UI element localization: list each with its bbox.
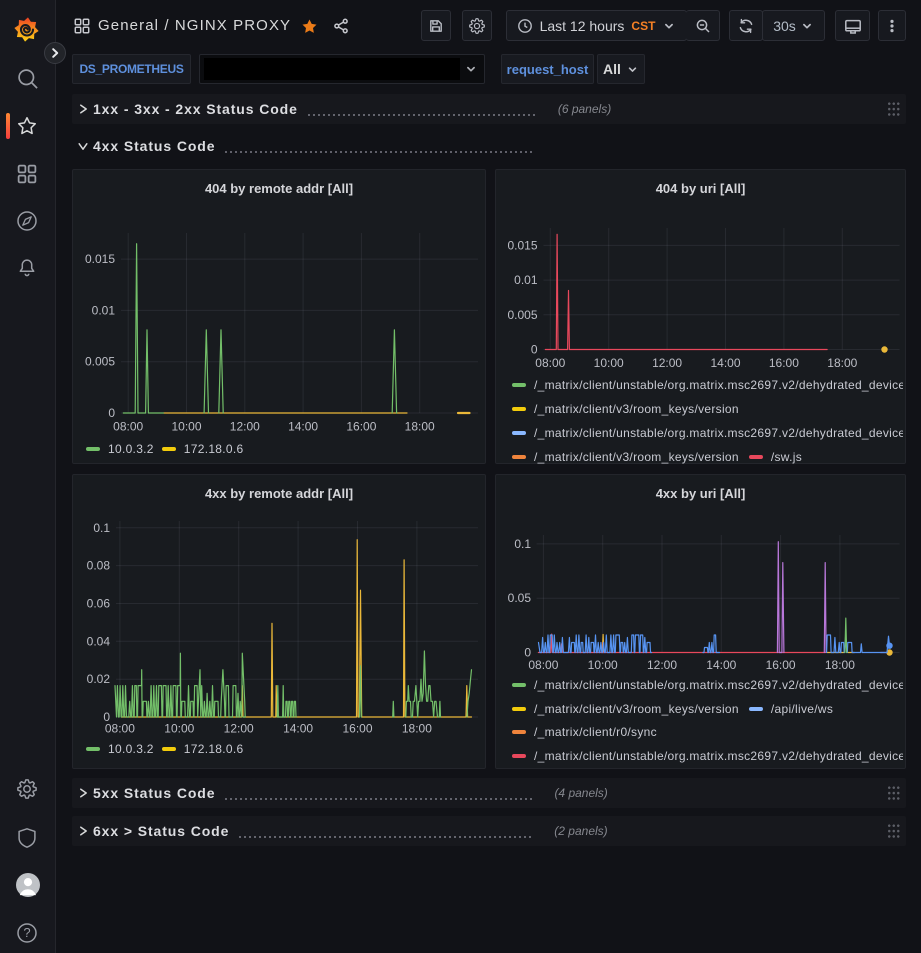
svg-text:12:00: 12:00 (230, 420, 260, 434)
svg-text:12:00: 12:00 (652, 356, 682, 370)
svg-text:?: ? (23, 925, 30, 940)
svg-text:10:00: 10:00 (594, 356, 624, 370)
svg-text:10:00: 10:00 (588, 658, 618, 672)
svg-text:08:00: 08:00 (113, 420, 143, 434)
svg-text:0.1: 0.1 (514, 537, 531, 551)
svg-text:0.015: 0.015 (507, 238, 537, 252)
svg-text:10:00: 10:00 (171, 420, 201, 434)
svg-text:18:00: 18:00 (827, 356, 857, 370)
svg-text:08:00: 08:00 (535, 356, 565, 370)
svg-text:10:00: 10:00 (164, 722, 194, 736)
svg-text:0.1: 0.1 (93, 521, 110, 535)
svg-text:18:00: 18:00 (402, 722, 432, 736)
svg-text:0.06: 0.06 (87, 597, 111, 611)
svg-text:0.005: 0.005 (85, 355, 115, 369)
svg-text:16:00: 16:00 (346, 420, 376, 434)
svg-text:08:00: 08:00 (528, 658, 558, 672)
svg-text:0: 0 (531, 343, 538, 357)
svg-text:12:00: 12:00 (647, 658, 677, 672)
svg-text:18:00: 18:00 (825, 658, 855, 672)
svg-text:08:00: 08:00 (105, 722, 135, 736)
svg-text:12:00: 12:00 (224, 722, 254, 736)
svg-text:14:00: 14:00 (710, 356, 740, 370)
svg-text:0: 0 (108, 406, 115, 420)
svg-text:0.005: 0.005 (507, 308, 537, 322)
svg-text:0.01: 0.01 (92, 303, 116, 317)
svg-text:14:00: 14:00 (706, 658, 736, 672)
svg-text:14:00: 14:00 (288, 420, 318, 434)
svg-text:16:00: 16:00 (769, 356, 799, 370)
svg-text:16:00: 16:00 (766, 658, 796, 672)
svg-text:0.01: 0.01 (514, 273, 538, 287)
svg-text:0.02: 0.02 (87, 672, 111, 686)
svg-text:0.015: 0.015 (85, 252, 115, 266)
svg-text:18:00: 18:00 (405, 420, 435, 434)
svg-text:0.08: 0.08 (87, 559, 111, 573)
svg-text:16:00: 16:00 (342, 722, 372, 736)
svg-text:14:00: 14:00 (283, 722, 313, 736)
svg-text:0.04: 0.04 (87, 634, 111, 648)
svg-text:0.05: 0.05 (508, 591, 532, 605)
